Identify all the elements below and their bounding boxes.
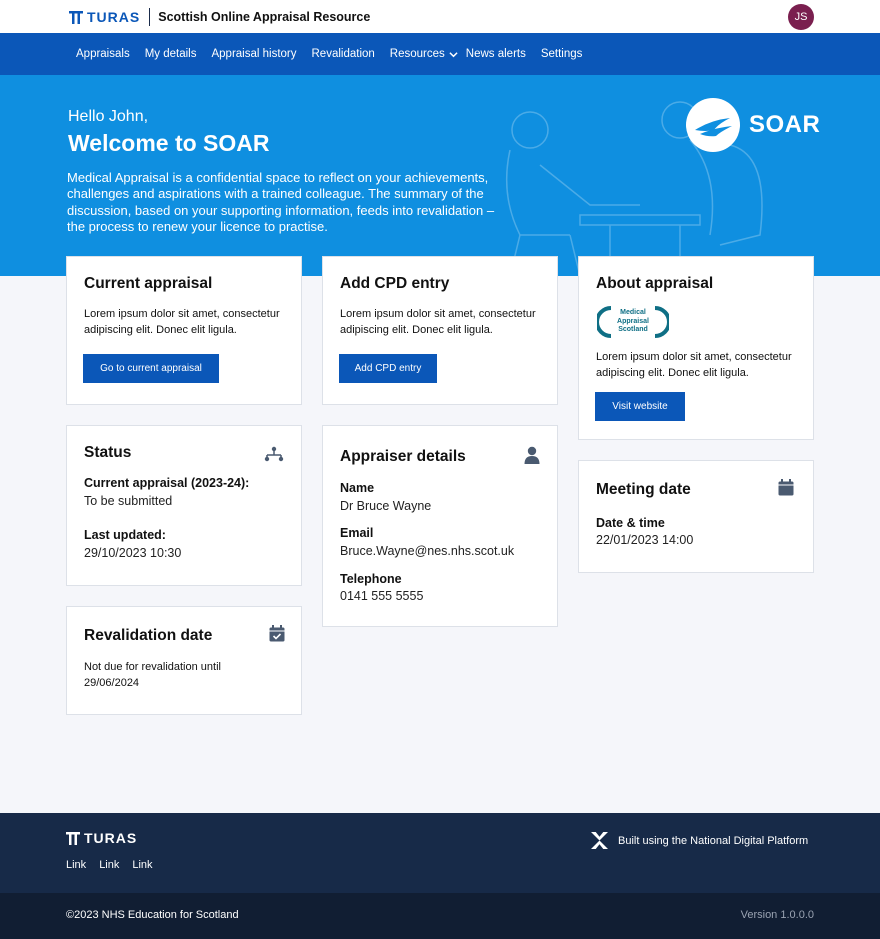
intro-text: Medical Appraisal is a confidential spac… <box>67 170 495 234</box>
footer-link[interactable]: Link <box>66 859 86 871</box>
footer-link[interactable]: Link <box>132 859 152 871</box>
name-value: Dr Bruce Wayne <box>340 499 432 513</box>
appraiser-details-card: Appraiser details Name Dr Bruce Wayne Em… <box>322 425 558 627</box>
ndp-logo-icon <box>591 832 608 849</box>
revalidation-text: Not due for revalidation until 29/06/202… <box>84 661 221 689</box>
turas-logo-icon <box>69 10 83 24</box>
sub-footer: ©2023 NHS Education for Scotland Version… <box>0 893 880 939</box>
soar-logo: SOAR <box>686 98 820 152</box>
nav-item-my-details[interactable]: My details <box>145 48 197 60</box>
person-icon <box>524 446 540 464</box>
user-avatar[interactable]: JS <box>788 4 814 30</box>
top-bar: TURAS Scottish Online Appraisal Resource… <box>0 0 880 33</box>
turas-logo-icon <box>66 831 80 845</box>
nav-item-settings[interactable]: Settings <box>541 48 583 60</box>
turas-brand[interactable]: TURAS Scottish Online Appraisal Resource <box>69 8 370 26</box>
card-body: Lorem ipsum dolor sit amet, consectetur … <box>340 308 536 336</box>
nav-item-news-alerts[interactable]: News alerts <box>466 48 526 60</box>
meeting-date-card: Meeting date Date & time 22/01/2023 14:0… <box>578 460 814 573</box>
last-updated-label: Last updated: <box>84 528 166 542</box>
email-label: Email <box>340 526 374 540</box>
app-title: Scottish Online Appraisal Resource <box>158 10 371 24</box>
footer-link[interactable]: Link <box>99 859 119 871</box>
calendar-check-icon <box>269 625 285 642</box>
national-digital-platform[interactable]: Built using the National Digital Platfor… <box>591 832 808 849</box>
chevron-down-icon <box>449 51 458 57</box>
calendar-icon <box>778 479 794 496</box>
about-appraisal-card: About appraisal Medical Appraisal Scotla… <box>578 256 814 440</box>
status-label: Current appraisal (2023-24): <box>84 476 250 490</box>
footer: TURAS Link Link Link Built using the Nat… <box>0 813 880 893</box>
status-value: To be submitted <box>84 494 173 508</box>
version-number: Version 1.0.0.0 <box>740 909 814 921</box>
nav-item-appraisals[interactable]: Appraisals <box>76 48 130 60</box>
flow-icon <box>264 446 284 462</box>
status-card: Status Current appraisal (2023-24): To b… <box>66 425 302 586</box>
card-title: Add CPD entry <box>340 275 450 292</box>
go-to-current-appraisal-button[interactable]: Go to current appraisal <box>83 354 219 383</box>
brand-divider <box>149 8 151 26</box>
current-appraisal-card: Current appraisal Lorem ipsum dolor sit … <box>66 256 302 405</box>
card-title: Appraiser details <box>340 448 466 465</box>
page-title: Welcome to SOAR <box>68 130 270 156</box>
copyright: ©2023 NHS Education for Scotland <box>66 909 239 921</box>
add-cpd-entry-button[interactable]: Add CPD entry <box>339 354 437 383</box>
brand-name: TURAS <box>87 9 141 25</box>
footer-links: Link Link Link <box>66 859 166 871</box>
last-updated-value: 29/10/2023 10:30 <box>84 546 182 560</box>
visit-website-button[interactable]: Visit website <box>595 392 685 421</box>
add-cpd-card: Add CPD entry Lorem ipsum dolor sit amet… <box>322 256 558 405</box>
name-label: Name <box>340 481 375 495</box>
platform-text: Built using the National Digital Platfor… <box>618 834 809 847</box>
date-time-label: Date & time <box>596 516 665 530</box>
nav-item-resources[interactable]: Resources <box>390 48 458 60</box>
greeting: Hello John, <box>68 108 149 125</box>
card-title: Status <box>84 444 132 461</box>
footer-brand-name: TURAS <box>84 830 138 846</box>
telephone-value: 0141 555 5555 <box>340 589 424 603</box>
card-title: Meeting date <box>596 481 691 498</box>
email-value[interactable]: Bruce.Wayne@nes.nhs.scot.uk <box>340 544 514 558</box>
card-title: Current appraisal <box>84 275 213 292</box>
nav-item-appraisal-history[interactable]: Appraisal history <box>211 48 296 60</box>
soar-wing-icon <box>686 98 740 152</box>
telephone-label: Telephone <box>340 572 402 586</box>
medical-appraisal-scotland-logo: Medical Appraisal Scotland <box>597 306 669 338</box>
nav-item-revalidation[interactable]: Revalidation <box>312 48 375 60</box>
card-body: Lorem ipsum dolor sit amet, consectetur … <box>84 308 280 336</box>
main-nav: Appraisals My details Appraisal history … <box>0 33 880 75</box>
footer-turas-brand[interactable]: TURAS <box>66 830 137 846</box>
hero-banner: Hello John, Welcome to SOAR Medical Appr… <box>0 75 880 276</box>
card-body: Lorem ipsum dolor sit amet, consectetur … <box>596 351 792 379</box>
soar-logo-text: SOAR <box>749 111 821 138</box>
card-title: About appraisal <box>596 275 714 292</box>
date-time-value: 22/01/2023 14:00 <box>596 533 694 547</box>
revalidation-date-card: Revalidation date Not due for revalidati… <box>66 606 302 715</box>
card-title: Revalidation date <box>84 627 213 644</box>
